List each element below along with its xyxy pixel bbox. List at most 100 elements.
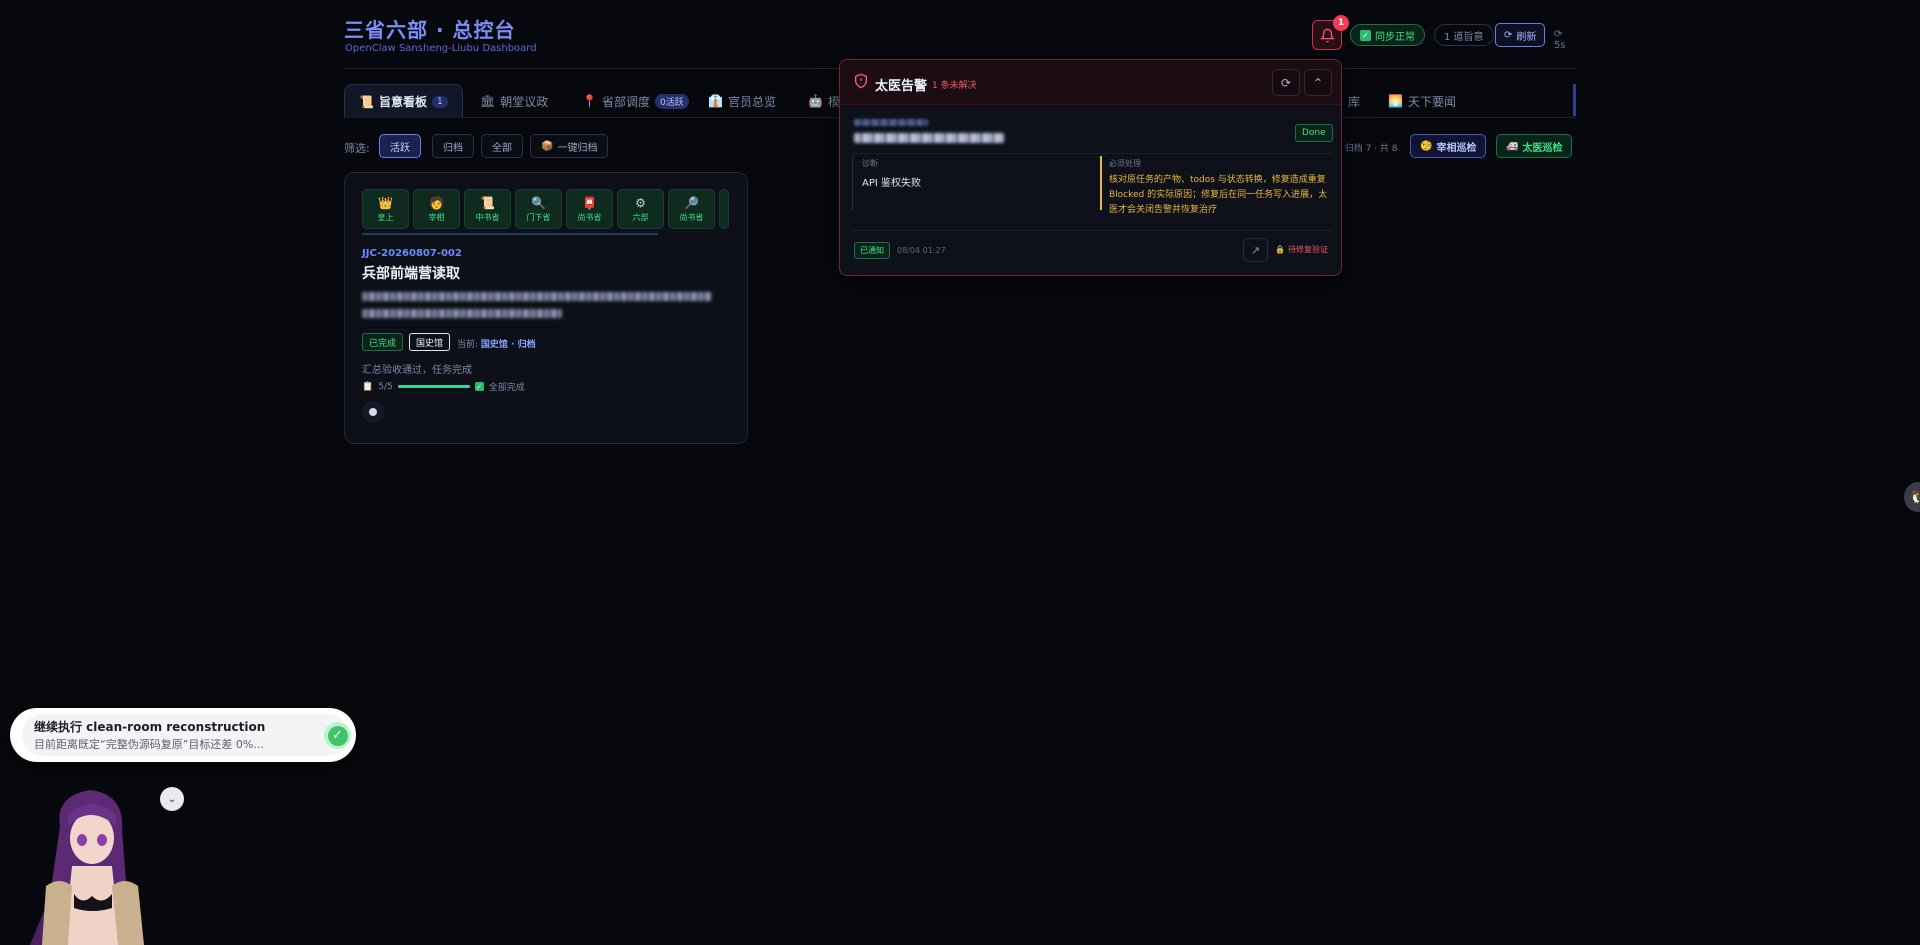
flow-step: 📮 尚书省 [566,189,613,229]
flow-step: 🔍 门下省 [515,189,562,229]
alert-task-id-redacted [854,119,928,126]
alert-timestamp: 08/04 01:27 [897,246,946,255]
diagnosis-section: 诊断 API 鉴权失败 必须处理 核对原任务的产物、todos 与状态转换，修复… [852,153,1332,215]
sync-status-badge: ✓ 同步正常 [1350,24,1425,46]
flow-step-label: 尚书省 [679,212,704,222]
flow-step-icon: 🧑 [429,195,444,210]
flow-step-label: 皇上 [377,212,394,222]
action-accent [1100,156,1102,210]
action-label: 必须处理 [1109,159,1141,168]
alert-item[interactable]: Done 诊断 API 鉴权失败 必须处理 核对原任务的产物、todos 与状态… [852,116,1333,239]
flow-step-icon: 📜 [480,195,495,210]
progress-fill [397,385,470,388]
tab-world-news[interactable]: 🌅 天下要闻 [1374,84,1470,118]
flow-step-label: 中书省 [475,212,500,222]
filter-all-button[interactable]: 全部 [481,134,523,158]
toast-body: 目前距离既定“完整伪源码复原”目标还差 0%... [34,738,264,751]
court-icon: 🏛 [480,94,496,108]
alert-header: 太医告警 1 条未解决 ⟳ ⌃ [840,60,1341,105]
filter-active-button[interactable]: 活跃 [379,134,421,158]
dot-icon [369,408,377,416]
status-badge: 已完成 [362,333,404,351]
page-title: 三省六部 · 总控台 [344,18,516,42]
filter-stats: · 归档 7 · 共 8 [1339,144,1398,154]
tab-label: 旨意看板 [378,95,427,109]
side-assistant-handle[interactable]: 🐧 [1904,482,1920,512]
alert-refresh-button[interactable]: ⟳ [1272,69,1300,96]
pin-icon: 📍 [582,94,597,108]
tab-edict-board[interactable]: 📜 旨意看板 1 [344,84,463,118]
flow-step-label: 尚书省 [577,212,602,222]
edict-count-badge: 1 道旨意 [1434,24,1494,46]
assistant-toast[interactable]: 继续执行 clean-room reconstruction 目前距离既定“完整… [10,708,356,762]
flow-step: 👑 皇上 [362,189,409,229]
chancellor-patrol-label: 宰相巡检 [1436,142,1477,154]
face-icon: 🧐 [1420,140,1433,152]
flow-step-label: 六部 [632,212,649,222]
check-circle-icon: ✓ [327,725,348,746]
task-action-button[interactable] [362,401,384,423]
chevron-up-icon: ⌃ [1312,75,1324,90]
flow-step-label: 门下省 [526,212,551,222]
stage-badge: 国史馆 [409,333,451,351]
sunrise-icon: 🌅 [1388,94,1403,108]
alert-title: 太医告警 [875,79,928,94]
archive-all-button[interactable]: 📦 一键归档 [530,134,609,158]
physician-patrol-button[interactable]: 🚑 太医巡检 [1496,134,1573,158]
diagnosis-value: API 鉴权失败 [862,178,921,189]
bell-icon [1319,28,1335,42]
alert-task-title-redacted [854,133,1004,143]
toast-done-button[interactable]: ✓ [324,722,351,749]
flow-step-icon: 👑 [378,195,393,210]
notified-badge: 已通知 [854,242,890,259]
tab-dispatch[interactable]: 📍 省部调度 0活跃 [568,84,703,118]
task-flow: 👑 皇上 🧑 宰相 📜 中书省 🔍 门下省 📮 尚书省 ⚙ 六部 🔎 尚书省 [362,189,729,229]
tab-label: 库 [1348,94,1361,109]
alert-status-badge: Done [1295,124,1333,142]
flow-step-icon: 🔎 [684,195,699,210]
tab-label: 朝堂议政 [500,94,549,109]
current-stage-value: 国史馆 · 归档 [480,340,536,350]
diagnosis-label: 诊断 [862,159,878,168]
check-icon: ✓ [1360,29,1371,41]
refresh-icon: ⟳ [1280,75,1292,90]
task-title: 兵部前端营读取 [362,266,460,282]
progress-text: 5/5 [378,381,393,392]
physician-alert-panel: 太医告警 1 条未解决 ⟳ ⌃ Done 诊断 API 鉴权失败 必须处理 核对… [839,59,1342,276]
refresh-interval-value: 5s [1554,40,1566,51]
clipboard-icon: 📋 [362,381,374,392]
sync-status-text: 同步正常 [1375,31,1415,43]
current-stage-label: 当前: [457,340,479,350]
external-link-icon: ↗ [1250,243,1261,257]
chancellor-patrol-button[interactable]: 🧐 宰相巡检 [1410,134,1487,158]
filter-label: 筛选: [344,142,370,155]
penguin-icon: 🐧 [1909,490,1920,504]
pending-verification: 🔒 待修复验证 [1275,244,1328,255]
flow-scrollbar[interactable] [362,233,658,235]
tab-count: 1 [431,95,448,108]
lock-icon: 🔒 [1275,245,1285,254]
scroll-icon: 📜 [359,94,374,109]
tab-court-debate[interactable]: 🏛 朝堂议政 [466,84,562,118]
tab-officials[interactable]: 👔 官员总览 [694,84,790,118]
flow-step-icon: 📮 [582,195,597,210]
flow-step-icon: 🔍 [531,195,546,210]
alert-collapse-button[interactable]: ⌃ [1304,69,1332,96]
shield-alert-icon [855,73,867,89]
tab-count: 0活跃 [654,93,689,109]
toast-title: 继续执行 clean-room reconstruction [34,720,266,734]
progress-bar [397,385,470,388]
task-card[interactable]: 👑 皇上 🧑 宰相 📜 中书省 🔍 门下省 📮 尚书省 ⚙ 六部 🔎 尚书省 JJC-20260807-0… [344,172,748,444]
flow-step: 📜 中书省 [464,189,511,229]
check-icon: ✓ [474,382,484,391]
box-icon: 📦 [541,140,554,152]
officials-icon: 👔 [708,94,723,108]
refresh-button[interactable]: ⟳ 刷新 [1495,23,1546,47]
tab-label: 省部调度 [601,94,650,109]
anime-mascot-avatar[interactable] [20,786,170,945]
current-stage: 当前: 国史馆 · 归档 [457,337,536,350]
refresh-interval[interactable]: ⟳ 5s [1554,29,1576,51]
flow-step: ⚙ 六部 [617,189,664,229]
filter-archived-button[interactable]: 归档 [432,134,474,158]
open-task-button[interactable]: ↗ [1243,238,1268,262]
